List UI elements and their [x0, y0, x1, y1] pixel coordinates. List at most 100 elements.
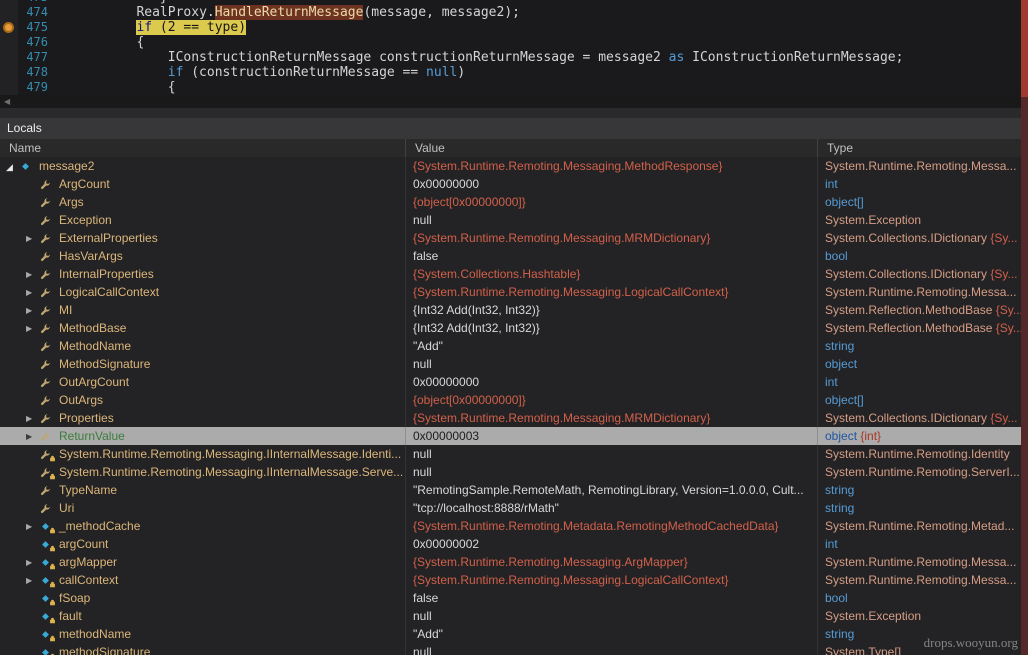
- locals-row[interactable]: ▶Properties{System.Runtime.Remoting.Mess…: [0, 409, 1028, 427]
- locals-row[interactable]: methodSignaturenullSystem.Type[]: [0, 643, 1028, 655]
- variable-type: System.Runtime.Remoting.Messa...: [818, 157, 1028, 175]
- variable-value[interactable]: {System.Runtime.Remoting.Messaging.Metho…: [406, 157, 818, 175]
- variable-value[interactable]: 0x00000000: [406, 373, 818, 391]
- variable-type: string: [818, 499, 1028, 517]
- locals-row[interactable]: ▶InternalProperties{System.Collections.H…: [0, 265, 1028, 283]
- editor-horizontal-scrollbar[interactable]: ◀: [0, 95, 1028, 108]
- variable-value[interactable]: 0x00000000: [406, 175, 818, 193]
- variable-value[interactable]: false: [406, 247, 818, 265]
- variable-type: System.Runtime.Remoting.Metad...: [818, 517, 1028, 535]
- editor-vertical-scrollbar[interactable]: [1021, 0, 1028, 655]
- tree-expander-icon[interactable]: ▶: [26, 266, 40, 283]
- column-header-name[interactable]: Name: [0, 139, 406, 157]
- tree-expander-icon[interactable]: ▶: [26, 230, 40, 247]
- line-number: 475: [18, 20, 48, 35]
- column-header-type[interactable]: Type: [818, 139, 1028, 157]
- variable-value[interactable]: {object[0x00000000]}: [406, 193, 818, 211]
- locals-row[interactable]: faultnullSystem.Exception: [0, 607, 1028, 625]
- locals-rows: ◢message2{System.Runtime.Remoting.Messag…: [0, 157, 1028, 655]
- column-header-value[interactable]: Value: [406, 139, 818, 157]
- breakpoint-margin[interactable]: [0, 5, 18, 20]
- variable-value[interactable]: {System.Runtime.Remoting.Messaging.Logic…: [406, 283, 818, 301]
- variable-value[interactable]: "RemotingSample.RemoteMath, RemotingLibr…: [406, 481, 818, 499]
- breakpoint-margin[interactable]: [0, 65, 18, 80]
- variable-value[interactable]: {System.Runtime.Remoting.Metadata.Remoti…: [406, 517, 818, 535]
- property-icon: [40, 502, 55, 515]
- tree-expander-icon[interactable]: ▶: [26, 302, 40, 319]
- variable-value[interactable]: null: [406, 445, 818, 463]
- variable-value[interactable]: {object[0x00000000]}: [406, 391, 818, 409]
- breakpoint-margin[interactable]: [0, 50, 18, 65]
- locals-row[interactable]: MethodSignaturenullobject: [0, 355, 1028, 373]
- tree-expander-icon[interactable]: ▶: [26, 320, 40, 337]
- tree-expander-icon[interactable]: ◢: [6, 158, 20, 175]
- variable-name: MI: [59, 303, 72, 317]
- tree-expander-icon[interactable]: ▶: [26, 554, 40, 571]
- variable-value[interactable]: {System.Runtime.Remoting.Messaging.ArgMa…: [406, 553, 818, 571]
- locals-row[interactable]: ▶argMapper{System.Runtime.Remoting.Messa…: [0, 553, 1028, 571]
- locals-row[interactable]: Args{object[0x00000000]}object[]: [0, 193, 1028, 211]
- code-editor[interactable]: 473 }474 RealProxy.HandleReturnMessage(m…: [0, 0, 1028, 95]
- variable-value[interactable]: {Int32 Add(Int32, Int32)}: [406, 301, 818, 319]
- variable-value[interactable]: null: [406, 463, 818, 481]
- variable-name: HasVarArgs: [59, 249, 123, 263]
- variable-value[interactable]: null: [406, 211, 818, 229]
- locals-row[interactable]: ◢message2{System.Runtime.Remoting.Messag…: [0, 157, 1028, 175]
- breakpoint-margin[interactable]: [0, 35, 18, 50]
- panel-splitter[interactable]: [0, 108, 1028, 118]
- locals-row[interactable]: HasVarArgsfalsebool: [0, 247, 1028, 265]
- locals-row[interactable]: argCount0x00000002int: [0, 535, 1028, 553]
- tree-expander-icon[interactable]: ▶: [26, 410, 40, 427]
- scrollbar-thumb[interactable]: [1021, 0, 1028, 97]
- vs-debugger-screen: 473 }474 RealProxy.HandleReturnMessage(m…: [0, 0, 1028, 655]
- variable-value[interactable]: {System.Runtime.Remoting.Messaging.MRMDi…: [406, 229, 818, 247]
- tree-expander-icon[interactable]: ▶: [26, 572, 40, 589]
- name-cell: Exception: [0, 211, 406, 229]
- locals-row[interactable]: ▶LogicalCallContext{System.Runtime.Remot…: [0, 283, 1028, 301]
- variable-type: System.Reflection.MethodBase {Sy...: [818, 301, 1028, 319]
- tree-expander-icon[interactable]: ▶: [26, 284, 40, 301]
- variable-value[interactable]: null: [406, 607, 818, 625]
- locals-title-bar[interactable]: Locals: [0, 118, 1028, 139]
- locals-row[interactable]: ExceptionnullSystem.Exception: [0, 211, 1028, 229]
- locals-row[interactable]: System.Runtime.Remoting.Messaging.IInter…: [0, 463, 1028, 481]
- variable-value[interactable]: {System.Collections.Hashtable}: [406, 265, 818, 283]
- variable-value[interactable]: "Add": [406, 337, 818, 355]
- variable-value[interactable]: false: [406, 589, 818, 607]
- scroll-left-arrow-icon[interactable]: ◀: [4, 97, 10, 106]
- locals-row[interactable]: fSoapfalsebool: [0, 589, 1028, 607]
- breakpoint-margin[interactable]: [0, 20, 18, 35]
- variable-value[interactable]: null: [406, 355, 818, 373]
- locals-row[interactable]: ▶_methodCache{System.Runtime.Remoting.Me…: [0, 517, 1028, 535]
- code-text: {: [48, 35, 144, 50]
- locals-row[interactable]: OutArgs{object[0x00000000]}object[]: [0, 391, 1028, 409]
- variable-value[interactable]: 0x00000002: [406, 535, 818, 553]
- variable-value[interactable]: {System.Runtime.Remoting.Messaging.Logic…: [406, 571, 818, 589]
- locals-row[interactable]: Uri"tcp://localhost:8888/rMath"string: [0, 499, 1028, 517]
- locals-row[interactable]: TypeName"RemotingSample.RemoteMath, Remo…: [0, 481, 1028, 499]
- breakpoint-marker-icon[interactable]: [3, 22, 14, 33]
- variable-value[interactable]: {Int32 Add(Int32, Int32)}: [406, 319, 818, 337]
- breakpoint-margin[interactable]: [0, 80, 18, 95]
- variable-value[interactable]: null: [406, 643, 818, 655]
- locals-row[interactable]: ArgCount0x00000000int: [0, 175, 1028, 193]
- locals-row[interactable]: methodName"Add"string: [0, 625, 1028, 643]
- locals-row[interactable]: OutArgCount0x00000000int: [0, 373, 1028, 391]
- locals-row[interactable]: ▶ MI {Int32 Add(Int32, Int32)}System.Refle…: [0, 301, 1028, 319]
- name-cell: ArgCount: [0, 175, 406, 193]
- locals-row[interactable]: System.Runtime.Remoting.Messaging.IInter…: [0, 445, 1028, 463]
- locals-row[interactable]: ▶MethodBase{Int32 Add(Int32, Int32)}Syst…: [0, 319, 1028, 337]
- variable-value[interactable]: {System.Runtime.Remoting.Messaging.MRMDi…: [406, 409, 818, 427]
- property-icon: [40, 304, 55, 317]
- locals-row[interactable]: ▶ReturnValue0x00000003object {int}: [0, 427, 1028, 445]
- variable-type: int: [818, 175, 1028, 193]
- variable-value[interactable]: 0x00000003: [406, 427, 818, 445]
- locals-row[interactable]: ▶callContext{System.Runtime.Remoting.Mes…: [0, 571, 1028, 589]
- variable-value[interactable]: "tcp://localhost:8888/rMath": [406, 499, 818, 517]
- tree-expander-icon[interactable]: ▶: [26, 518, 40, 535]
- tree-expander-icon[interactable]: ▶: [26, 428, 40, 445]
- private-field-icon: [40, 592, 55, 605]
- locals-row[interactable]: MethodName"Add"string: [0, 337, 1028, 355]
- variable-value[interactable]: "Add": [406, 625, 818, 643]
- locals-row[interactable]: ▶ExternalProperties{System.Runtime.Remot…: [0, 229, 1028, 247]
